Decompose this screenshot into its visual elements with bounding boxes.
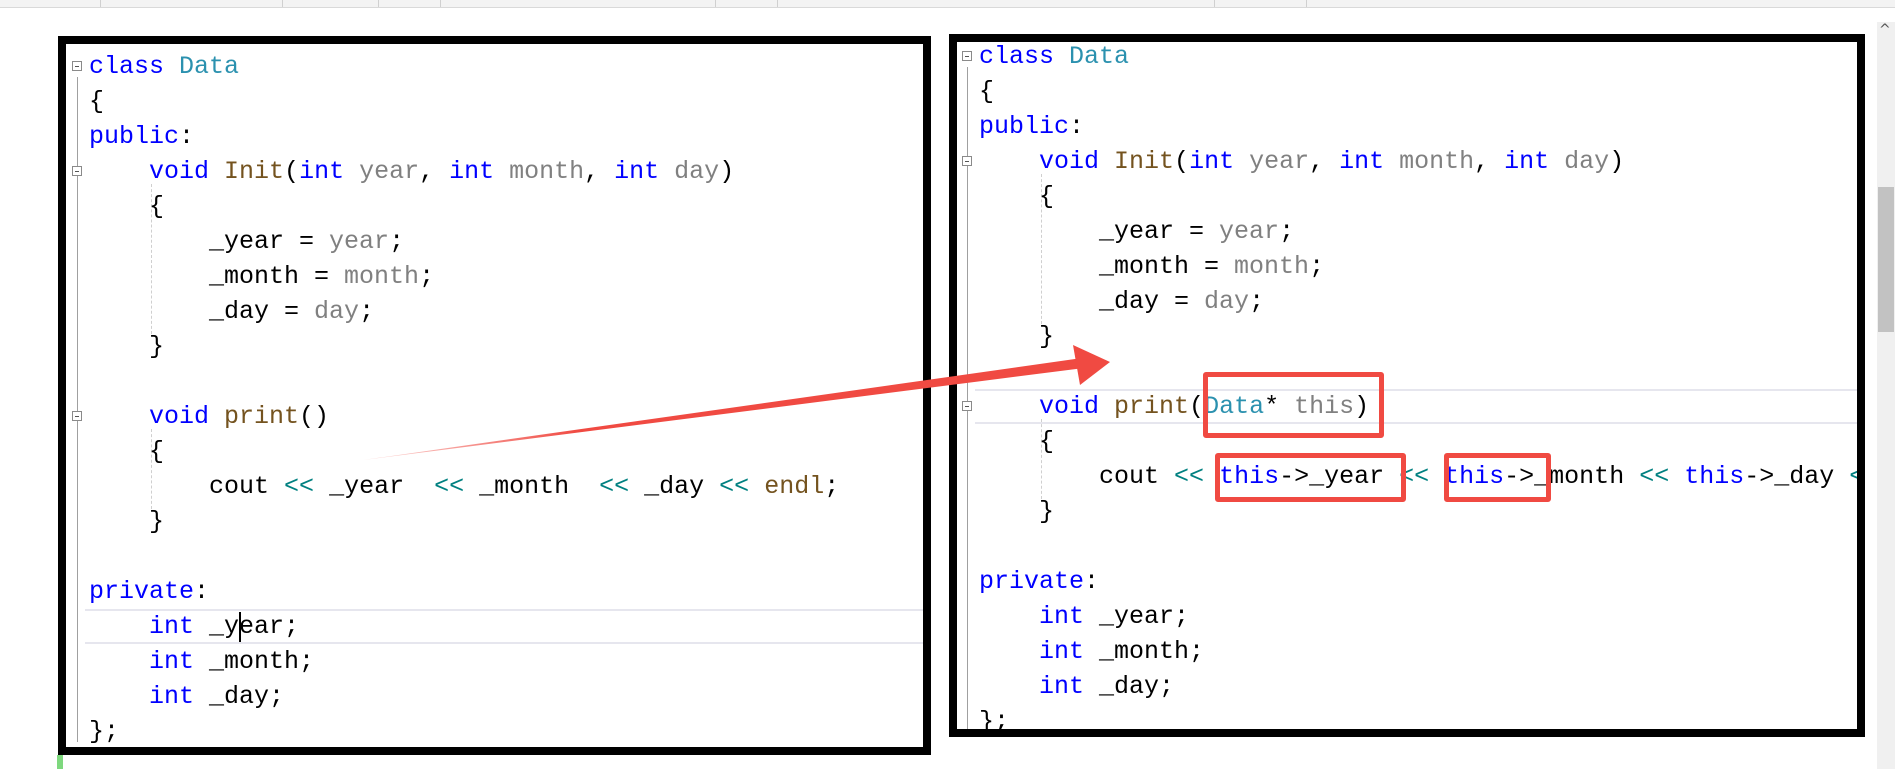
arrow-shaft xyxy=(363,358,1084,460)
highlight-this-year xyxy=(1215,453,1406,502)
annotation-arrow xyxy=(363,345,1110,460)
arrow-head xyxy=(1073,345,1110,385)
highlight-this-month xyxy=(1444,453,1551,502)
highlight-this-parameter xyxy=(1203,372,1384,438)
